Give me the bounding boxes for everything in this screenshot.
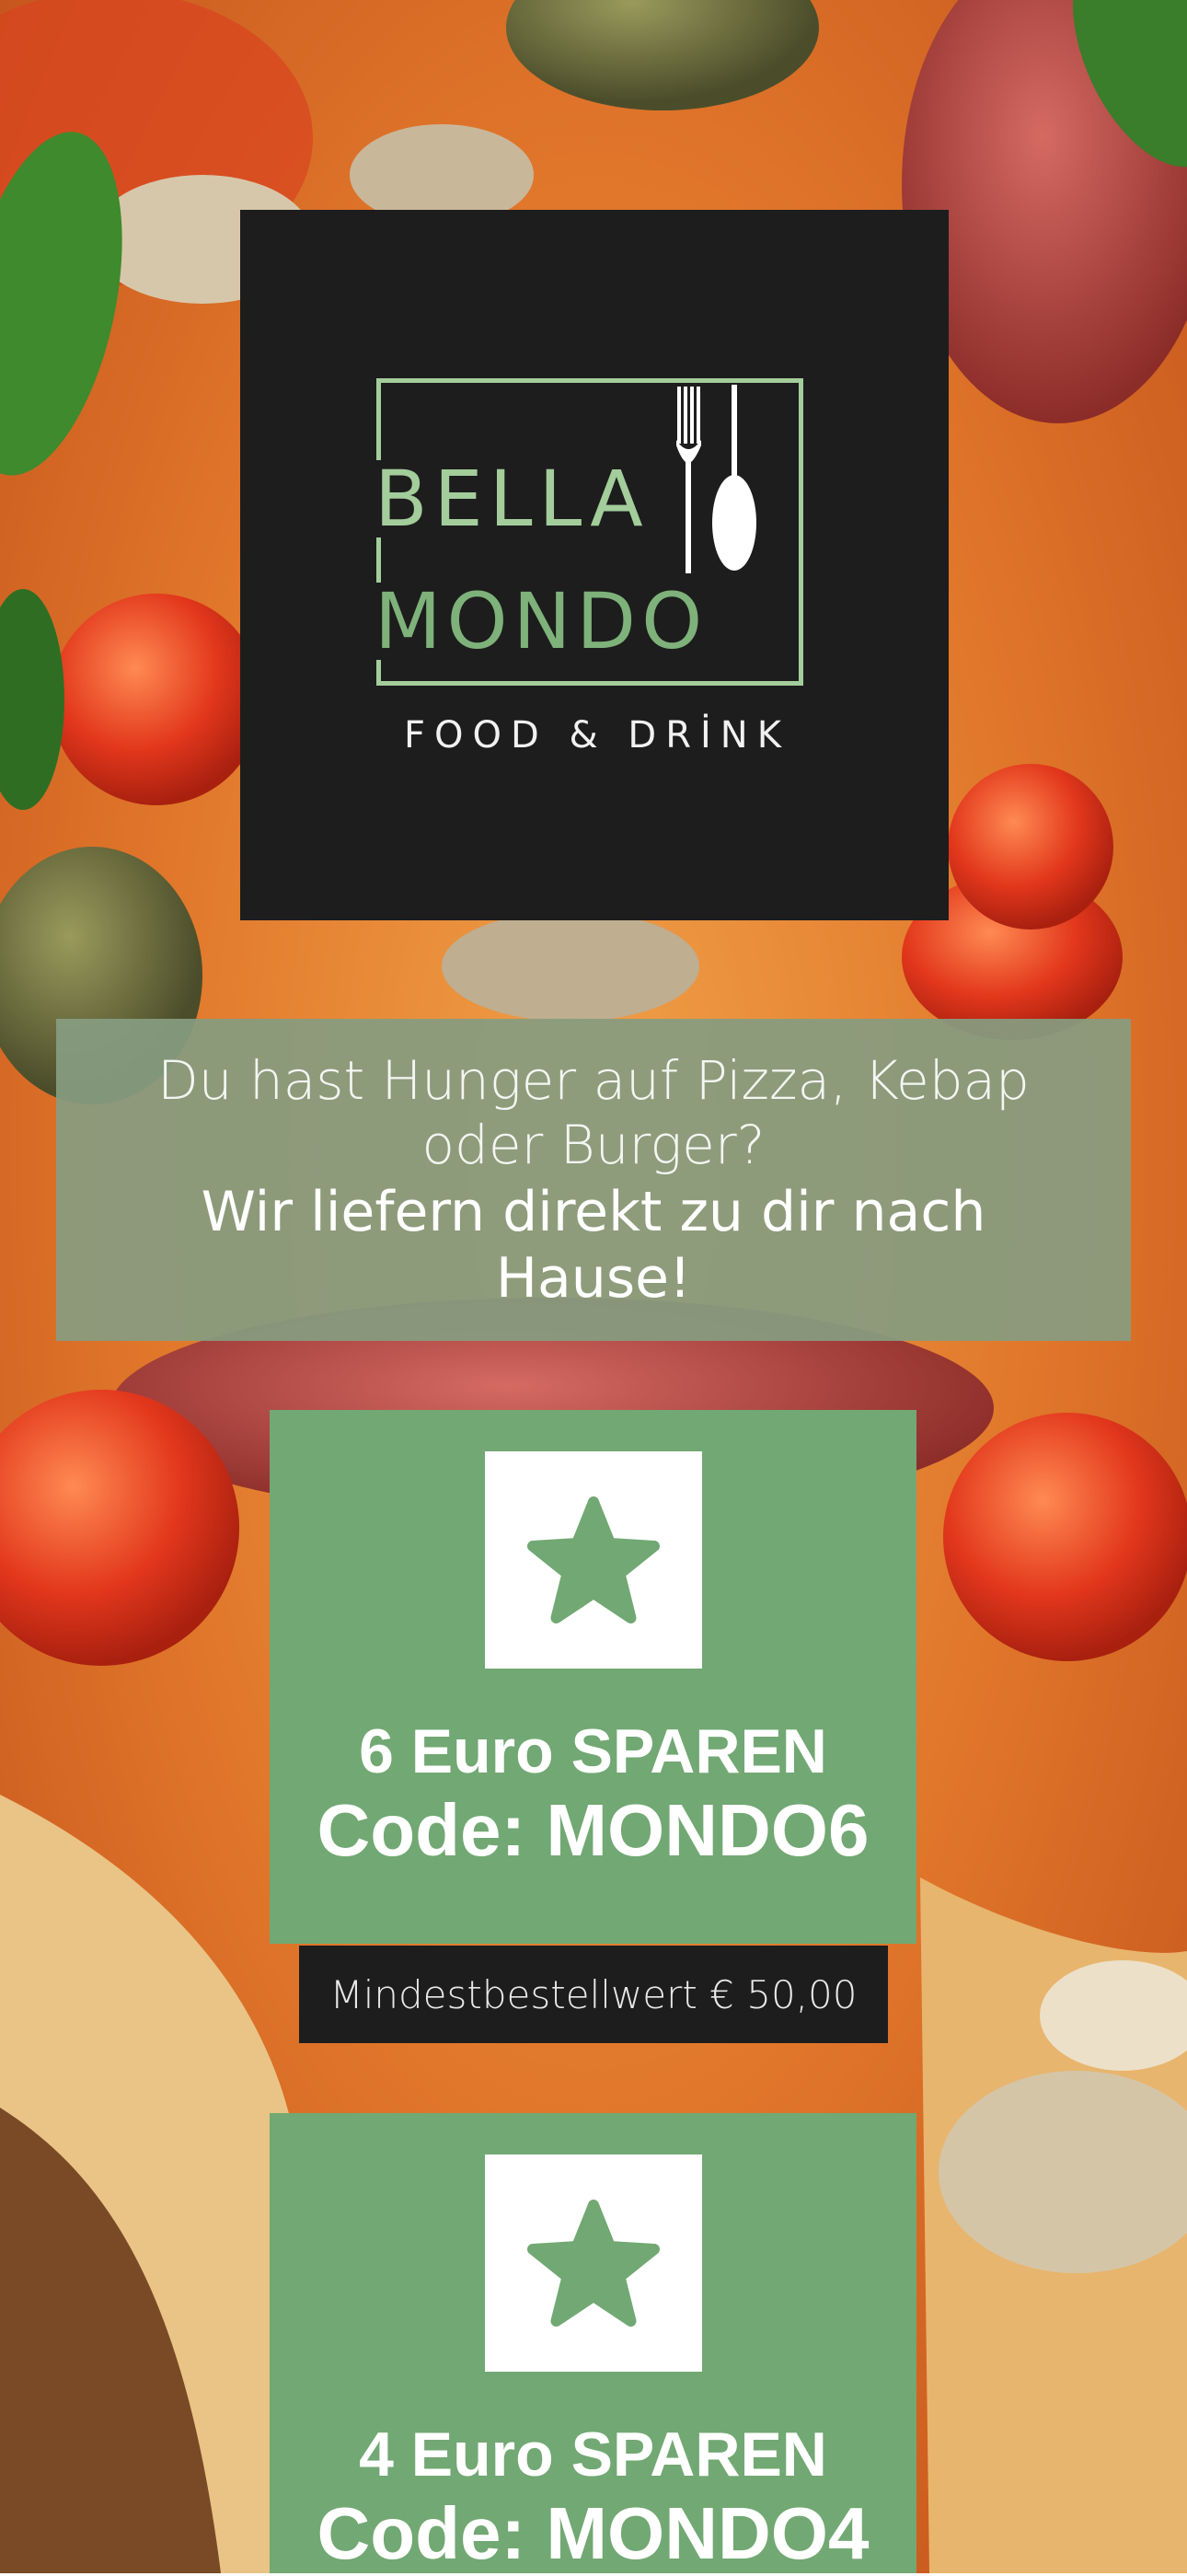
brand-logo: BELLA MONDO FOOD & DRİNK (240, 210, 949, 920)
star-tile (484, 1451, 702, 1669)
coupon-card[interactable]: 6 Euro SPAREN Code: MONDO6 (270, 1410, 916, 1944)
headline-question: Du hast Hunger auf Pizza, Kebap oder Bur… (157, 1049, 1030, 1176)
star-icon (526, 1496, 660, 1623)
logo-tagline: FOOD & DRİNK (404, 714, 790, 757)
coupon-card[interactable]: 4 Euro SPAREN Code: MONDO4 (270, 2113, 916, 2574)
headline-banner: Du hast Hunger auf Pizza, Kebap oder Bur… (56, 1019, 1131, 1341)
logo-brand-line1: BELLA (375, 460, 673, 537)
fork-spoon-icon (668, 385, 760, 578)
coupon-code: Code: MONDO4 (317, 2492, 870, 2574)
star-tile (484, 2154, 702, 2372)
coupon-code: Code: MONDO6 (317, 1789, 870, 1871)
minimum-order-note: Mindestbestellwert € 50,00 (299, 1946, 888, 2043)
coupon-title: 4 Euro SPAREN (359, 2420, 827, 2489)
headline-delivery-text: Wir liefern direkt zu dir nach Hause! (201, 1180, 986, 1311)
star-icon (526, 2200, 660, 2327)
coupon-title: 6 Euro SPAREN (359, 1716, 827, 1786)
logo-brand-line2: MONDO (375, 583, 779, 660)
